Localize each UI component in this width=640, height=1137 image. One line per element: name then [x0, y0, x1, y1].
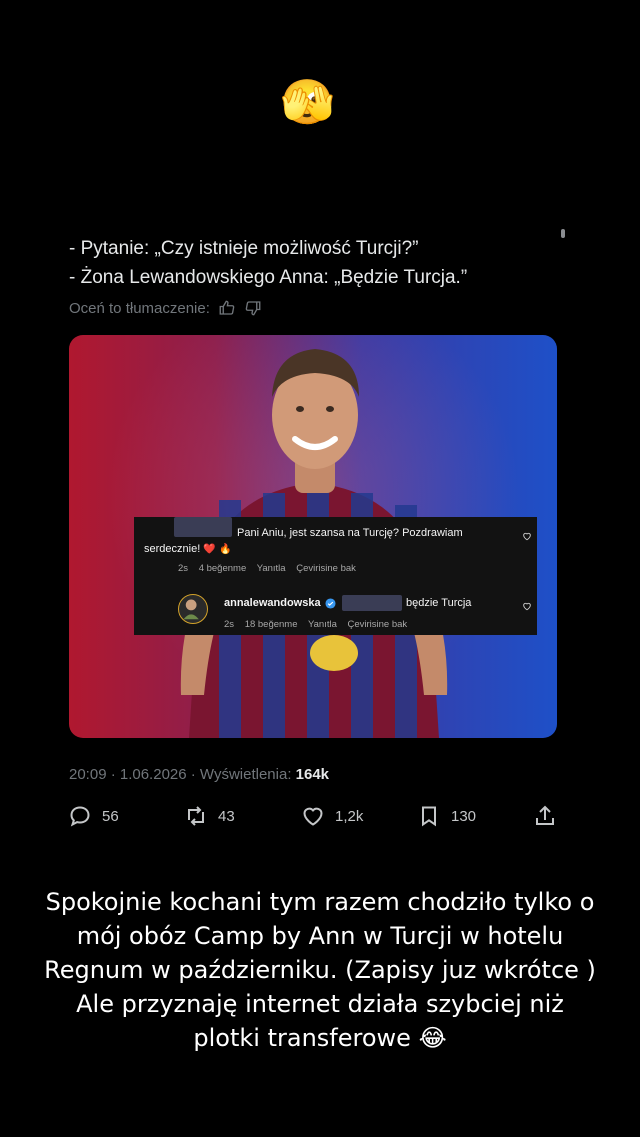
like-button[interactable]: 1,2k — [301, 804, 363, 828]
timestamp-text: 20:09 · 1.06.2026 · Wyświetlenia: — [69, 766, 296, 783]
comment-1-text: Pani Aniu, jest szansa na Turcję? Pozdra… — [237, 527, 463, 539]
caption-line-1: Spokojnie kochani tym razem chodziło tyl… — [45, 888, 595, 916]
redacted-username-2 — [342, 595, 402, 611]
comment-2-likes: 18 beğenme — [244, 619, 298, 630]
instagram-comment-screenshot: Pani Aniu, jest szansa na Turcję? Pozdra… — [134, 517, 537, 635]
comment-2-username[interactable]: annalewandowska — [224, 597, 321, 609]
view-count: 164k — [295, 766, 330, 783]
scrollbar-thumb[interactable] — [561, 229, 565, 238]
avatar[interactable] — [178, 594, 208, 624]
comment-2-meta: 2s 18 beğenme Yanıtla Çevirisine bak — [224, 619, 415, 630]
thumbs-down-icon[interactable] — [244, 299, 262, 317]
comment-1-emojis: ❤️ 🔥 — [203, 544, 232, 555]
heart-icon — [303, 807, 323, 826]
comment-1-likes: 4 beğenme — [198, 563, 247, 574]
bookmark-button[interactable]: 130 — [417, 804, 476, 828]
face-peeking-emoji: 🫣 — [280, 77, 335, 128]
reply-button[interactable]: 56 — [68, 804, 119, 828]
laughing-emoji: 😂 — [418, 1024, 447, 1052]
tweet-line-2: - Żona Lewandowskiego Anna: „Będzie Turc… — [69, 267, 468, 288]
comment-2-age: 2s — [224, 619, 235, 630]
bookmark-count: 130 — [451, 807, 477, 825]
comment-2-translate-link[interactable]: Çevirisine bak — [348, 619, 408, 630]
repost-count: 43 — [218, 807, 235, 825]
redacted-username-1 — [174, 517, 232, 537]
caption-line-3: Regnum w październiku. (Zapisy juz wkrót… — [44, 956, 596, 984]
caption-line-4: Ale przyznaję internet działa szybciej n… — [76, 990, 564, 1018]
comment-1-reply-link[interactable]: Yanıtla — [257, 563, 286, 574]
comment-2-reply-link[interactable]: Yanıtla — [308, 619, 337, 630]
comment-1-translate-link[interactable]: Çevirisine bak — [296, 563, 356, 574]
comment-1-line2: serdecznie! — [144, 543, 201, 555]
reply-bubble-icon — [70, 806, 90, 827]
tweet-line-1: - Pytanie: „Czy istnieje możliwość Turcj… — [69, 238, 419, 259]
comment-1-text-line2: serdecznie! ❤️ 🔥 — [144, 543, 231, 555]
reply-count: 56 — [102, 807, 119, 825]
translation-rating: Oceń to tłumaczenie: — [69, 297, 262, 319]
comment-2-text: będzie Turcja — [406, 597, 472, 609]
verified-badge-icon — [325, 598, 336, 609]
comment-1-like-icon[interactable] — [522, 531, 532, 541]
comment-2-like-icon[interactable] — [522, 601, 532, 611]
like-count: 1,2k — [335, 807, 364, 825]
repost-icon — [188, 806, 204, 826]
share-button[interactable] — [533, 804, 557, 828]
thumbs-up-icon[interactable] — [218, 299, 236, 317]
comment-1-age: 2s — [178, 563, 189, 574]
translation-prompt: Oceń to tłumaczenie: — [69, 299, 210, 317]
caption-line-2: mój obóz Camp by Ann w Turcji w hotelu — [76, 922, 564, 950]
story-caption: Spokojnie kochani tym razem chodziło tyl… — [20, 885, 620, 1055]
comment-1-meta: 2s 4 beğenme Yanıtla Çevirisine bak — [178, 563, 364, 574]
caption-line-5: plotki transferowe 😂 — [20, 1021, 620, 1055]
bookmark-icon — [422, 806, 436, 827]
tweet-action-bar: 56 43 1,2k 130 — [0, 804, 640, 832]
caption-line-5-text: plotki transferowe — [193, 1024, 411, 1052]
repost-button[interactable]: 43 — [184, 804, 235, 828]
share-icon — [536, 805, 554, 825]
tweet-timestamp: 20:09 · 1.06.2026 · Wyświetlenia: 164k — [69, 766, 329, 783]
tweet-body: - Pytanie: „Czy istnieje możliwość Turcj… — [69, 234, 549, 292]
